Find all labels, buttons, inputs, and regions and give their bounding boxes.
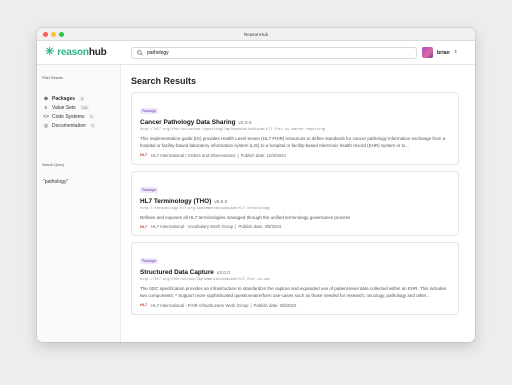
search-icon xyxy=(137,50,143,56)
result-title-row: HL7 Terminology (THO) v5.5.0 xyxy=(140,198,450,205)
result-title[interactable]: Cancer Pathology Data Sharing xyxy=(140,119,236,126)
result-title-row: Structured Data Capture v3.0.0 xyxy=(140,269,450,276)
sidebar-item-code-systems[interactable]: <> Code Systems 9 xyxy=(42,112,120,121)
logo[interactable]: ✳ reasonhub xyxy=(45,46,129,59)
filter-heading: Filter Results xyxy=(42,76,63,80)
type-badge: Package xyxy=(140,258,158,265)
result-url: http://hl7.org/fhir/uv/sdc/Implementatio… xyxy=(140,278,271,283)
app-window: ReasonHub ✳ reasonhub brian ⇕ Filter Res… xyxy=(37,28,475,342)
type-badge: Package xyxy=(140,108,158,114)
count-badge: 9 xyxy=(88,114,95,119)
main-content: Search Results Package Cancer Pathology … xyxy=(121,65,475,342)
sidebar-item-label: Packages xyxy=(52,95,76,102)
result-card[interactable]: Package HL7 Terminology (THO) v5.5.0 htt… xyxy=(131,170,459,237)
publish-date: Publish date: 3/8/2022 xyxy=(253,302,297,308)
title-bar: ReasonHub xyxy=(37,28,475,41)
documentation-icon: ◎ xyxy=(43,122,49,129)
result-description: This implementation guide (IG) provides … xyxy=(140,136,446,148)
count-badge: 100 xyxy=(79,105,90,110)
publisher: HL7 International - FHIR Infrastructure … xyxy=(151,302,249,308)
search-box[interactable] xyxy=(131,47,417,59)
separator: | xyxy=(250,302,252,308)
sidebar: Filter Results ⊗ Packages 4 ≡ Value Sets… xyxy=(37,65,121,342)
sidebar-item-documentation[interactable]: ◎ Documentation 0 xyxy=(42,121,120,130)
result-card[interactable]: Package Cancer Pathology Data Sharing v2… xyxy=(131,92,459,165)
result-card[interactable]: Package Structured Data Capture v3.0.0 h… xyxy=(131,242,459,315)
page-title: Search Results xyxy=(131,76,197,86)
result-description: The SDC specification provides an infras… xyxy=(140,286,447,299)
result-version: v3.0.0 xyxy=(216,271,230,277)
publish-date: Publish date: 3/9/2024 xyxy=(238,224,282,230)
package-icon: ⊗ xyxy=(43,95,49,102)
result-url: http://hl7.org/fhir/us/cancer-reporting/… xyxy=(140,128,325,132)
filter-list: ⊗ Packages 4 ≡ Value Sets 100 <> Code Sy… xyxy=(42,94,120,130)
sidebar-item-value-sets[interactable]: ≡ Value Sets 100 xyxy=(42,103,120,112)
result-description: Defines and exposes all HL7 terminologie… xyxy=(140,214,351,220)
asterisk-icon: ✳ xyxy=(45,46,55,58)
result-version: v2.0.0 xyxy=(238,121,252,126)
result-url: http://terminology.hl7.org/Implementatio… xyxy=(140,206,271,211)
window-title: ReasonHub xyxy=(243,32,269,37)
search-query-heading: Search Query xyxy=(42,163,65,167)
result-title-row: Cancer Pathology Data Sharing v2.0.0 xyxy=(140,119,450,126)
avatar xyxy=(422,47,433,58)
chevron-up-down-icon: ⇕ xyxy=(453,49,458,55)
result-title[interactable]: Structured Data Capture xyxy=(140,269,214,276)
hl7-logo: HL7 xyxy=(140,224,148,229)
publisher: HL7 International / Orders and Observati… xyxy=(151,152,236,158)
result-meta: HL7 HL7 International / Orders and Obser… xyxy=(140,153,450,158)
logo-text: reasonhub xyxy=(57,47,107,58)
search-query-value: "pathology" xyxy=(43,179,69,185)
count-badge: 4 xyxy=(79,96,85,101)
user-name: brian xyxy=(437,49,450,56)
sidebar-item-label: Documentation xyxy=(52,122,86,129)
result-meta: HL7 HL7 International - Vocabulary Work … xyxy=(140,224,450,229)
app-header: ✳ reasonhub brian ⇕ xyxy=(37,41,475,65)
sidebar-item-label: Value Sets xyxy=(52,104,76,111)
type-badge: Package xyxy=(140,186,158,193)
search-input[interactable] xyxy=(147,50,407,56)
count-badge: 0 xyxy=(89,123,96,128)
hl7-logo: HL7 xyxy=(140,303,148,308)
separator: | xyxy=(237,152,239,158)
result-title[interactable]: HL7 Terminology (THO) xyxy=(140,198,211,205)
value-sets-icon: ≡ xyxy=(44,104,48,111)
sidebar-item-packages[interactable]: ⊗ Packages 4 xyxy=(42,94,120,103)
code-icon: <> xyxy=(43,113,49,120)
sidebar-item-label: Code Systems xyxy=(52,113,85,120)
hl7-logo: HL7 xyxy=(140,153,148,158)
result-version: v5.5.0 xyxy=(214,199,228,205)
separator: | xyxy=(235,224,237,230)
result-meta: HL7 HL7 International - FHIR Infrastruct… xyxy=(140,303,450,308)
user-menu[interactable]: brian ⇕ xyxy=(422,47,457,58)
publish-date: Publish date: 10/3/2023 xyxy=(240,152,286,158)
publisher: HL7 International - Vocabulary Work Grou… xyxy=(151,224,234,230)
